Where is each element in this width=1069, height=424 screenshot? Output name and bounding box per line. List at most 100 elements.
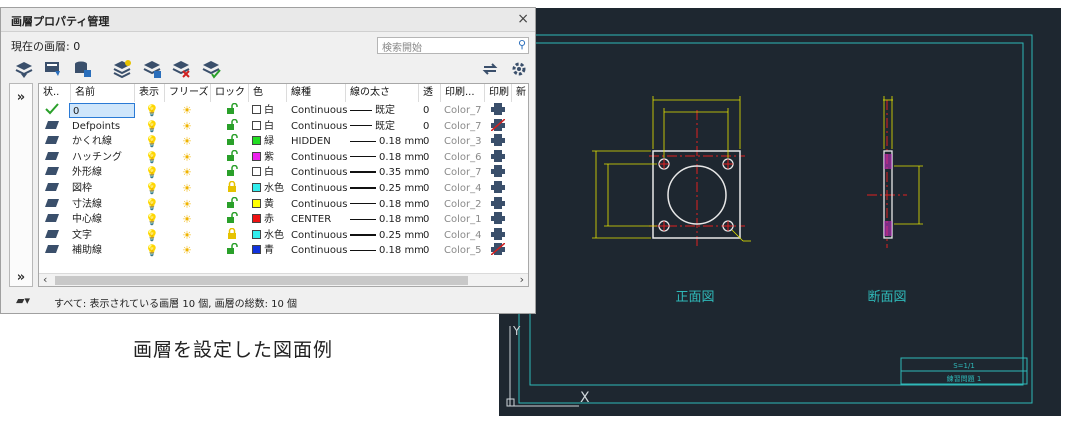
freeze-sun-icon[interactable]: ☀	[182, 119, 196, 134]
no-print-icon[interactable]	[491, 243, 507, 258]
lock-closed-icon[interactable]	[227, 227, 241, 243]
lineweight-cell[interactable]: 0.18 mm	[350, 243, 423, 258]
layer-name[interactable]: 寸法線	[69, 197, 135, 212]
settings-gear-icon[interactable]	[509, 59, 529, 79]
printer-icon[interactable]	[491, 181, 507, 196]
color-cell[interactable]: 白	[252, 119, 290, 134]
layer-row[interactable]: 外形線 💡 ☀ 白 Continuous 0.35 mm 0 Color_7	[39, 165, 528, 181]
color-cell[interactable]: 水色	[252, 228, 290, 243]
column-header[interactable]: 新	[512, 84, 528, 102]
lock-open-icon[interactable]	[227, 149, 241, 165]
layer-name[interactable]: Defpoints	[69, 119, 135, 134]
color-cell[interactable]: 水色	[252, 181, 290, 196]
column-header[interactable]: フリーズ	[165, 84, 211, 102]
layer-status-icon[interactable]	[45, 243, 67, 258]
lock-open-icon[interactable]	[227, 103, 241, 118]
visibility-bulb-icon[interactable]: 💡	[145, 119, 159, 134]
scroll-right-icon[interactable]: ›	[520, 273, 524, 286]
layer-row[interactable]: 文字 💡 ☀ 水色 Continuous 0.25 mm 0 Color_4	[39, 227, 528, 244]
close-icon[interactable]: ×	[517, 11, 529, 27]
plot-style-cell[interactable]: Color_3	[444, 134, 486, 149]
lock-open-icon[interactable]	[227, 118, 241, 134]
plot-style-cell[interactable]: Color_1	[444, 212, 486, 227]
printer-icon[interactable]	[491, 103, 507, 118]
set-current-icon[interactable]	[201, 59, 221, 79]
lock-closed-icon[interactable]	[227, 181, 241, 196]
search-icon[interactable]: ⚲	[518, 38, 526, 51]
layer-name[interactable]: 外形線	[69, 165, 135, 180]
color-cell[interactable]: 紫	[252, 150, 290, 165]
plot-style-cell[interactable]: Color_6	[444, 150, 486, 165]
filter-tree-collapsed[interactable]: » »	[9, 83, 33, 287]
refresh-icon[interactable]	[480, 59, 500, 79]
color-cell[interactable]: 白	[252, 165, 290, 180]
visibility-bulb-icon[interactable]: 💡	[145, 212, 159, 227]
layer-row[interactable]: 中心線 💡 ☀ 赤 CENTER 0.18 mm 0 Color_1	[39, 212, 528, 228]
freeze-sun-icon[interactable]: ☀	[182, 165, 196, 180]
lineweight-cell[interactable]: 0.18 mm	[350, 150, 423, 165]
layer-filter-dropdown-icon[interactable]: ▰▾	[16, 294, 30, 307]
layer-row[interactable]: 補助線 💡 ☀ 青 Continuous 0.18 mm 0 Color_5	[39, 243, 528, 259]
plot-style-cell[interactable]: Color_4	[444, 228, 486, 243]
layer-status-icon[interactable]	[45, 181, 67, 196]
visibility-bulb-icon[interactable]: 💡	[145, 165, 159, 180]
color-cell[interactable]: 青	[252, 243, 290, 258]
color-cell[interactable]: 赤	[252, 212, 290, 227]
new-layer-frozen-icon[interactable]	[142, 59, 162, 79]
layer-status-icon[interactable]	[45, 228, 67, 243]
expand-filter-bottom-icon[interactable]: »	[10, 270, 32, 285]
layer-name[interactable]: 0	[69, 103, 135, 118]
printer-icon[interactable]	[491, 134, 507, 149]
layer-name[interactable]: かくれ線	[69, 134, 135, 149]
search-input[interactable]: 検索開始 ⚲	[377, 37, 529, 54]
transparency-cell[interactable]: 0	[423, 134, 439, 149]
visibility-bulb-icon[interactable]: 💡	[145, 181, 159, 196]
lock-open-icon[interactable]	[227, 212, 241, 227]
transparency-cell[interactable]: 0	[423, 181, 439, 196]
layer-row[interactable]: 寸法線 💡 ☀ 黄 Continuous 0.18 mm 0 Color_2	[39, 196, 528, 213]
lineweight-cell[interactable]: 0.25 mm	[350, 181, 423, 196]
color-cell[interactable]: 黄	[252, 197, 290, 212]
plot-style-cell[interactable]: Color_5	[444, 243, 486, 258]
printer-icon[interactable]	[491, 212, 507, 227]
linetype-cell[interactable]: Continuous	[291, 228, 350, 243]
visibility-bulb-icon[interactable]: 💡	[145, 134, 159, 149]
expand-filter-top-icon[interactable]: »	[10, 90, 32, 105]
plot-style-cell[interactable]: Color_7	[444, 103, 486, 118]
transparency-cell[interactable]: 0	[423, 212, 439, 227]
visibility-bulb-icon[interactable]: 💡	[145, 103, 159, 118]
lock-open-icon[interactable]	[227, 243, 241, 258]
new-layer-icon[interactable]	[112, 59, 132, 79]
transparency-cell[interactable]: 0	[423, 103, 439, 118]
layer-row[interactable]: 図枠 💡 ☀ 水色 Continuous 0.25 mm 0 Color_4	[39, 181, 528, 197]
linetype-cell[interactable]: Continuous	[291, 119, 350, 134]
printer-icon[interactable]	[491, 165, 507, 180]
plot-style-cell[interactable]: Color_2	[444, 197, 486, 212]
lock-open-icon[interactable]	[227, 134, 241, 149]
layer-name[interactable]: ハッチング	[69, 150, 135, 165]
visibility-bulb-icon[interactable]: 💡	[145, 243, 159, 258]
column-header[interactable]: 線の太さ	[346, 84, 419, 102]
linetype-cell[interactable]: Continuous	[291, 181, 350, 196]
lineweight-cell[interactable]: 0.35 mm	[350, 165, 423, 180]
column-header[interactable]: 線種	[287, 84, 346, 102]
new-group-filter-icon[interactable]	[72, 59, 92, 79]
column-header[interactable]: 名前	[71, 84, 135, 102]
freeze-sun-icon[interactable]: ☀	[182, 212, 196, 227]
printer-icon[interactable]	[491, 149, 507, 165]
visibility-bulb-icon[interactable]: 💡	[145, 150, 159, 165]
column-header[interactable]: 色	[249, 84, 287, 102]
layer-row[interactable]: 0 💡 ☀ 白 Continuous 既定 0 Color_7	[39, 103, 528, 119]
new-properties-filter-icon[interactable]	[43, 59, 63, 79]
layer-status-icon[interactable]	[45, 150, 67, 165]
transparency-cell[interactable]: 0	[423, 119, 439, 134]
printer-icon[interactable]	[491, 196, 507, 212]
transparency-cell[interactable]: 0	[423, 243, 439, 258]
no-print-icon[interactable]	[491, 118, 507, 134]
layer-row[interactable]: Defpoints 💡 ☀ 白 Continuous 既定 0 Color_7	[39, 118, 528, 135]
column-header[interactable]: 状..	[39, 84, 71, 102]
visibility-bulb-icon[interactable]: 💡	[145, 228, 159, 243]
layer-status-icon[interactable]	[45, 134, 67, 149]
current-layer-check-icon[interactable]	[45, 103, 67, 118]
delete-layer-icon[interactable]	[171, 59, 191, 79]
